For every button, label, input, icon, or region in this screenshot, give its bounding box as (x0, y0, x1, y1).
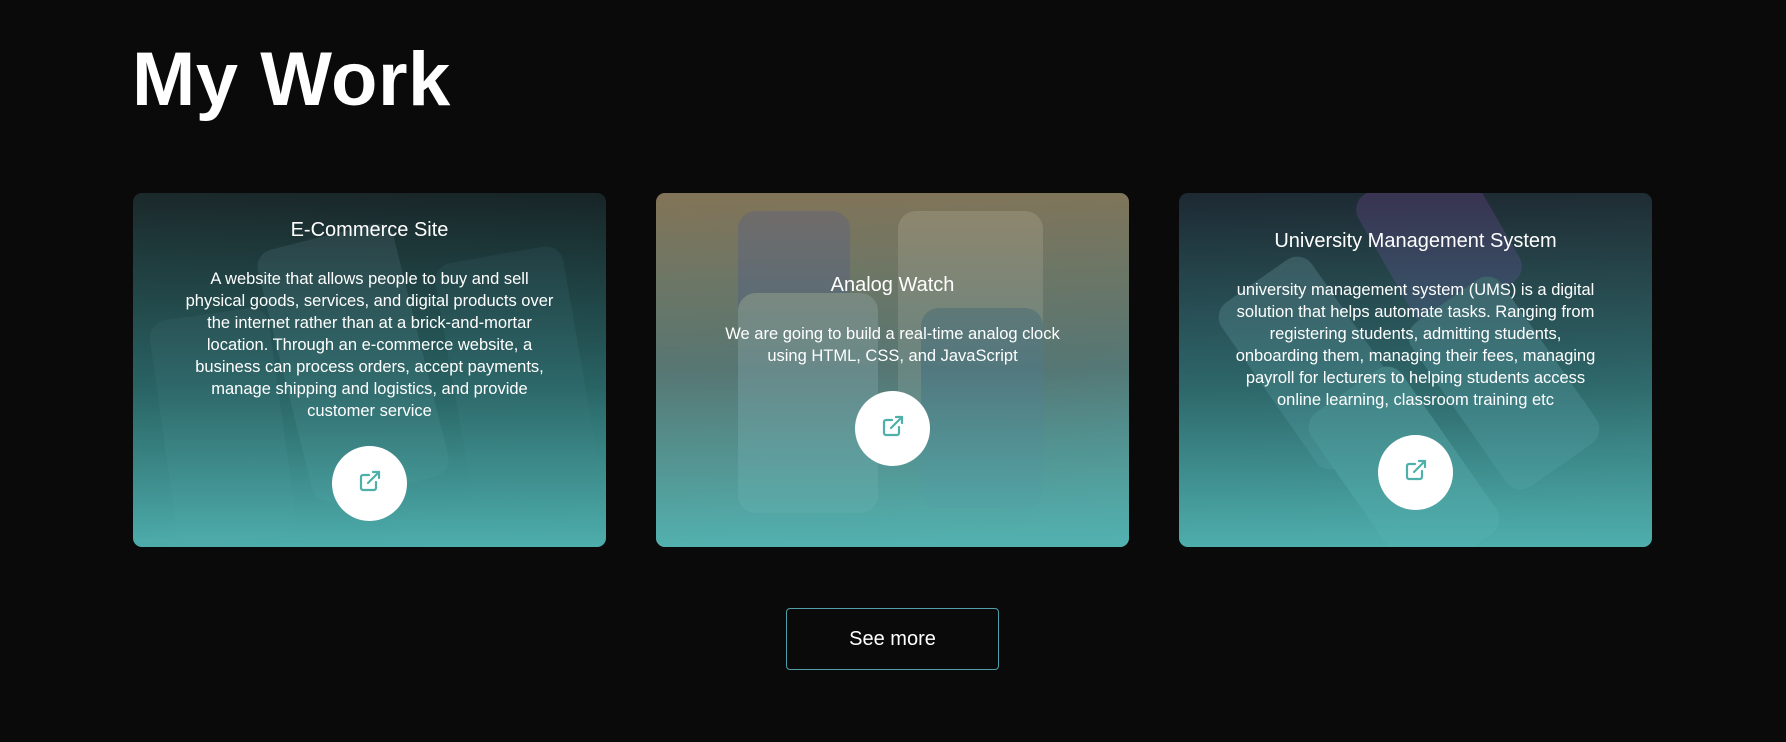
open-project-button[interactable] (1378, 435, 1453, 510)
external-link-icon (881, 414, 905, 443)
external-link-icon (1404, 458, 1428, 487)
open-project-button[interactable] (332, 446, 407, 521)
card-title: University Management System (1274, 230, 1557, 252)
card-description: university management system (UMS) is a … (1235, 281, 1596, 409)
section-title: My Work (132, 37, 451, 122)
project-cards: E-Commerce Site A website that allows pe… (133, 193, 1652, 547)
project-card-ecommerce: E-Commerce Site A website that allows pe… (133, 193, 606, 547)
card-description: A website that allows people to buy and … (185, 270, 554, 420)
open-project-button[interactable] (855, 391, 930, 466)
see-more-button[interactable]: See more (786, 608, 999, 670)
card-title: E-Commerce Site (290, 219, 449, 241)
card-description: We are going to build a real-time analog… (725, 325, 1060, 365)
my-work-section: My Work E-Commerce Site A website that a… (0, 0, 1786, 742)
project-card-university-management: University Management System university … (1179, 193, 1652, 547)
project-card-analog-watch: Analog Watch We are going to build a rea… (656, 193, 1129, 547)
card-title: Analog Watch (830, 274, 955, 296)
external-link-icon (358, 469, 382, 498)
